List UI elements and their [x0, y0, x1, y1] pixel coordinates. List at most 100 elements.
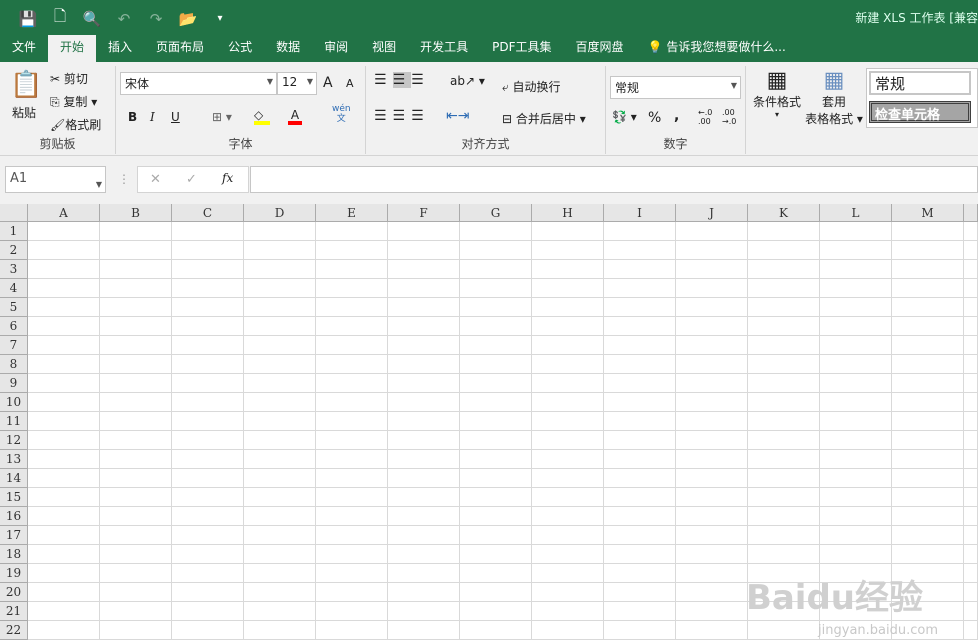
- cell[interactable]: [964, 222, 978, 241]
- tab-data[interactable]: 数据: [264, 35, 312, 62]
- cancel-icon[interactable]: ✕: [150, 172, 161, 187]
- cell[interactable]: [460, 412, 532, 431]
- open-folder-icon[interactable]: 📂: [178, 10, 198, 28]
- cell[interactable]: [892, 355, 964, 374]
- cell[interactable]: [172, 279, 244, 298]
- cell[interactable]: [820, 298, 892, 317]
- cell[interactable]: [820, 317, 892, 336]
- cell[interactable]: [532, 526, 604, 545]
- tab-home[interactable]: 开始: [48, 35, 97, 62]
- row-header-15[interactable]: 15: [0, 488, 28, 507]
- column-header-E[interactable]: E: [316, 204, 388, 222]
- cell[interactable]: [532, 469, 604, 488]
- cell[interactable]: [604, 583, 676, 602]
- cell[interactable]: [532, 545, 604, 564]
- cell[interactable]: [388, 602, 460, 621]
- cell[interactable]: [676, 621, 748, 640]
- cell[interactable]: [172, 564, 244, 583]
- cell[interactable]: [532, 355, 604, 374]
- cell[interactable]: [244, 336, 316, 355]
- cell[interactable]: [604, 222, 676, 241]
- cell[interactable]: [460, 393, 532, 412]
- style-check-cell[interactable]: 检查单元格: [869, 101, 971, 123]
- cell[interactable]: [532, 507, 604, 526]
- cell[interactable]: [28, 355, 100, 374]
- cell[interactable]: [316, 564, 388, 583]
- cell[interactable]: [28, 241, 100, 260]
- cell[interactable]: [820, 545, 892, 564]
- cell[interactable]: [748, 469, 820, 488]
- cell[interactable]: [244, 260, 316, 279]
- cell[interactable]: [460, 336, 532, 355]
- cell[interactable]: [244, 507, 316, 526]
- cell[interactable]: [748, 488, 820, 507]
- cell[interactable]: [28, 469, 100, 488]
- cell[interactable]: [676, 336, 748, 355]
- cell[interactable]: [388, 431, 460, 450]
- tell-me-search[interactable]: 💡 告诉我您想要做什么...: [636, 35, 798, 62]
- cell[interactable]: [172, 621, 244, 640]
- cell[interactable]: [28, 412, 100, 431]
- cell[interactable]: [820, 507, 892, 526]
- cell[interactable]: [172, 260, 244, 279]
- cell[interactable]: [604, 260, 676, 279]
- redo-icon[interactable]: ↷: [146, 10, 166, 28]
- cell[interactable]: [460, 241, 532, 260]
- cell[interactable]: [100, 507, 172, 526]
- cell[interactable]: [676, 469, 748, 488]
- cell[interactable]: [532, 279, 604, 298]
- cell[interactable]: [28, 488, 100, 507]
- name-box[interactable]: A1 ▼: [5, 166, 106, 193]
- cell[interactable]: [748, 279, 820, 298]
- cell[interactable]: [316, 374, 388, 393]
- row-header-2[interactable]: 2: [0, 241, 28, 260]
- cell[interactable]: [28, 279, 100, 298]
- cell[interactable]: [820, 336, 892, 355]
- cell[interactable]: [460, 526, 532, 545]
- cell[interactable]: [892, 336, 964, 355]
- cell[interactable]: [748, 260, 820, 279]
- save-icon[interactable]: 💾: [18, 10, 38, 28]
- cell[interactable]: [676, 583, 748, 602]
- cell[interactable]: [820, 412, 892, 431]
- cell[interactable]: [244, 583, 316, 602]
- cell[interactable]: [100, 298, 172, 317]
- cell[interactable]: [892, 298, 964, 317]
- cell[interactable]: [316, 260, 388, 279]
- row-header-8[interactable]: 8: [0, 355, 28, 374]
- row-header-9[interactable]: 9: [0, 374, 28, 393]
- cell[interactable]: [748, 393, 820, 412]
- cell[interactable]: [820, 279, 892, 298]
- cell[interactable]: [748, 355, 820, 374]
- grow-font-button[interactable]: A: [323, 75, 333, 91]
- cell[interactable]: [964, 298, 978, 317]
- row-header-21[interactable]: 21: [0, 602, 28, 621]
- cell[interactable]: [676, 298, 748, 317]
- cell[interactable]: [388, 545, 460, 564]
- cell[interactable]: [100, 393, 172, 412]
- cell[interactable]: [388, 241, 460, 260]
- column-header-H[interactable]: H: [532, 204, 604, 222]
- cell[interactable]: [388, 412, 460, 431]
- cell[interactable]: [244, 241, 316, 260]
- cell[interactable]: [892, 431, 964, 450]
- cell[interactable]: [388, 279, 460, 298]
- cell[interactable]: [532, 488, 604, 507]
- row-header-19[interactable]: 19: [0, 564, 28, 583]
- format-as-table-button[interactable]: ▦ 套用 表格格式 ▾: [804, 68, 864, 127]
- cell[interactable]: [316, 583, 388, 602]
- tab-pdf-tools[interactable]: PDF工具集: [480, 35, 563, 62]
- cell[interactable]: [676, 260, 748, 279]
- cell[interactable]: [172, 336, 244, 355]
- cell[interactable]: [460, 450, 532, 469]
- wrap-text-button[interactable]: ⤶ 自动换行: [502, 78, 561, 95]
- style-normal[interactable]: 常规: [869, 71, 971, 95]
- cell[interactable]: [460, 317, 532, 336]
- cell[interactable]: [892, 374, 964, 393]
- cell[interactable]: [748, 526, 820, 545]
- column-header-partial[interactable]: [964, 204, 978, 222]
- cell[interactable]: [28, 621, 100, 640]
- cell[interactable]: [892, 241, 964, 260]
- cell[interactable]: [964, 621, 978, 640]
- cell[interactable]: [388, 450, 460, 469]
